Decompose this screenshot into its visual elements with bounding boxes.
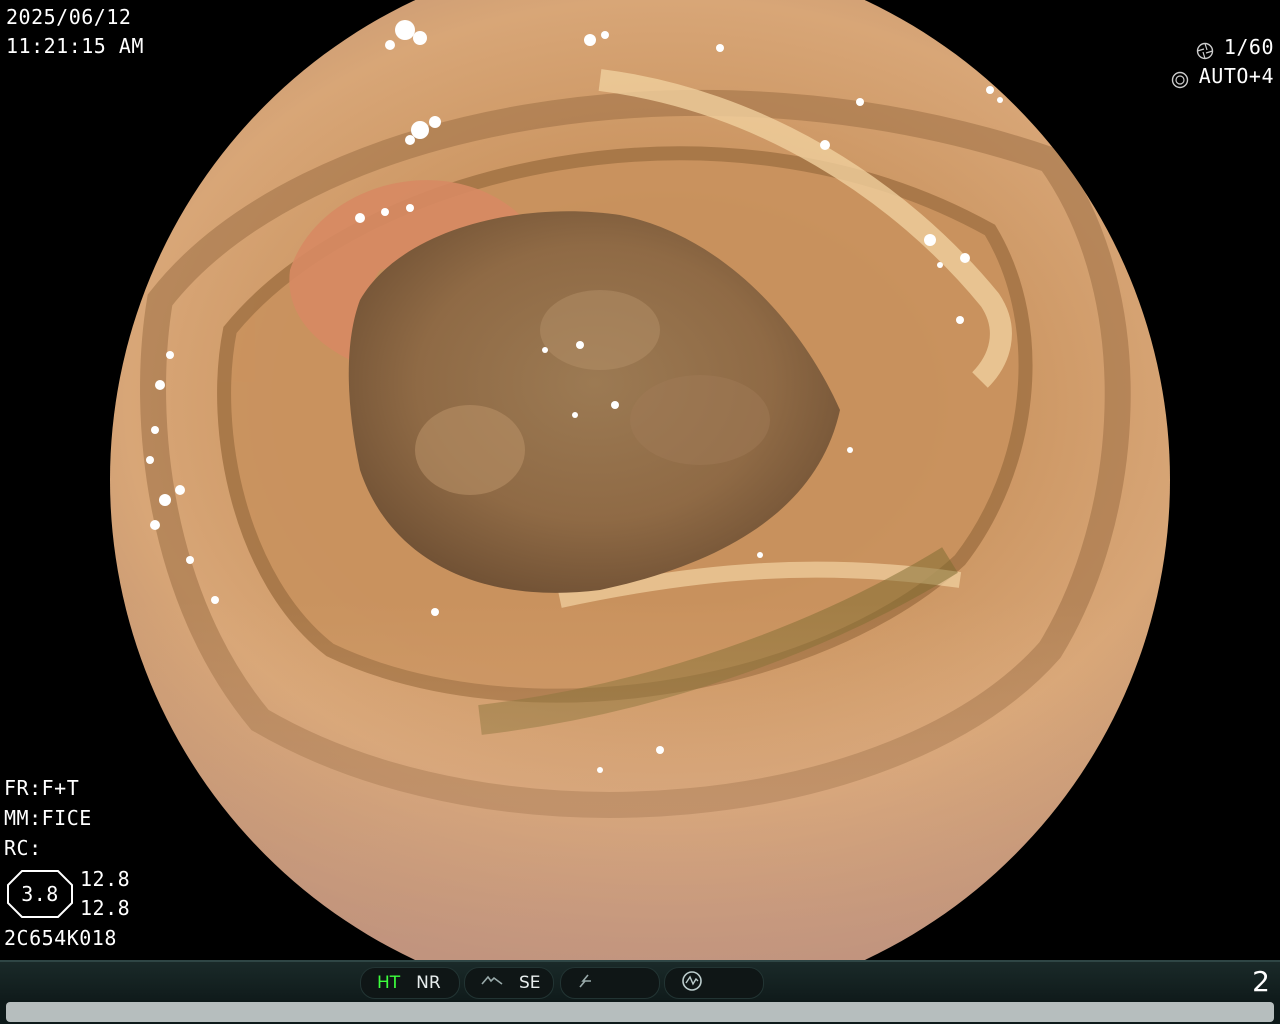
se-pill: SE	[464, 967, 554, 999]
circle-pill	[664, 967, 764, 999]
rc-setting: RC:	[4, 836, 42, 860]
exposure-info: 1/60 AUTO+4	[1171, 33, 1274, 91]
edge-icon	[577, 973, 595, 994]
scope-id: 2C654K018	[4, 926, 117, 950]
shutter-speed: 1/60	[1223, 35, 1274, 59]
settings-panel: FR:F+T MM:FICE RC: 3.8 12.8 12.8 2C654K0…	[4, 774, 130, 954]
status-bar: HT NR SE 2	[0, 960, 1280, 1002]
rc-values: 3.8 12.8 12.8	[4, 864, 130, 924]
structure-enhance-icon	[481, 973, 503, 993]
time-label: 11:21:15 AM	[6, 34, 144, 58]
value-b: 12.8	[80, 896, 131, 920]
nr-indicator: NR	[416, 973, 441, 993]
se-indicator: SE	[519, 973, 541, 993]
date-label: 2025/06/12	[6, 5, 132, 29]
fr-setting: FR:F+T	[4, 776, 80, 800]
rc-octagon-badge: 3.8	[6, 869, 74, 919]
iris-mode: AUTO+4	[1198, 64, 1274, 88]
page-number: 2	[1252, 965, 1270, 998]
bottom-strip	[0, 1000, 1280, 1024]
endoscope-image	[0, 0, 1280, 960]
mm-setting: MM:FICE	[4, 806, 92, 830]
ht-indicator: HT	[377, 973, 401, 993]
wave-circle-icon	[681, 970, 703, 997]
endoscope-view	[110, 0, 1170, 960]
edge-pill	[560, 967, 660, 999]
datetime-display: 2025/06/12 11:21:15 AM	[6, 3, 144, 61]
iris-icon	[1171, 68, 1189, 88]
value-a: 12.8	[80, 867, 131, 891]
ht-nr-pill: HT NR	[360, 967, 460, 999]
aperture-icon	[1196, 39, 1214, 59]
rc-value: 3.8	[21, 881, 59, 906]
